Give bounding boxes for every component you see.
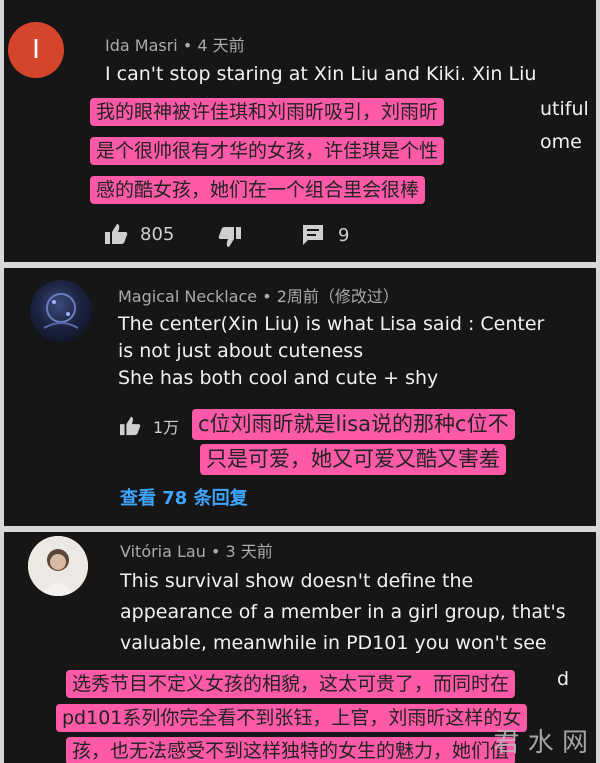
translation-overlay: 我的眼神被许佳琪和刘雨昕吸引，刘雨昕 (90, 98, 445, 126)
avatar-image (28, 536, 88, 596)
avatar[interactable] (30, 280, 92, 342)
comment-icon (303, 225, 323, 245)
comment-card: Magical Necklace • 2周前（修改过） The center(X… (4, 268, 596, 526)
comment-text-partial: utiful (540, 98, 589, 120)
dislike-button[interactable] (218, 226, 242, 248)
watermark: 君 水 网 (493, 728, 588, 758)
comment-text-partial: d (557, 668, 570, 690)
comment-line: is not just about cuteness (118, 340, 364, 362)
comment-author[interactable]: Vitória Lau (120, 542, 206, 561)
translation-overlay: pd101系列你完全看不到张钰，上官，刘雨昕这样的女 (56, 704, 528, 732)
comment-line: She has both cool and cute + shy (118, 367, 439, 389)
thumbs-up-icon (120, 416, 141, 436)
comment-text-partial: ome (540, 131, 582, 153)
comment-author[interactable]: Magical Necklace (118, 287, 257, 306)
comment-line: I can't stop staring at Xin Liu and Kiki… (105, 63, 537, 85)
reply-count: 9 (338, 224, 350, 246)
translation-overlay: 只是可爱，她又可爱又酷又害羞 (200, 444, 506, 475)
avatar-image (43, 293, 79, 329)
comment-card: Vitória Lau • 3 天前 This survival show do… (4, 532, 596, 763)
comment-body: The center(Xin Liu) is what Lisa said : … (118, 311, 544, 392)
translation-overlay: c位刘雨昕就是lisa说的那种c位不 (192, 409, 515, 440)
translation-overlay: 孩，也无法感受不到这样独特的女生的魅力，她们值 (66, 737, 516, 763)
comment-line: This survival show doesn't define the (120, 570, 474, 592)
avatar-letter: I (32, 33, 40, 64)
translation-overlay: 选秀节目不定义女孩的相貌，这太可贵了，而同时在 (66, 670, 516, 698)
reply-button[interactable]: 9 (302, 224, 349, 246)
like-button[interactable]: 1万 (119, 414, 179, 438)
comment-time: • 2周前（修改过） (262, 287, 399, 306)
comment-line: valuable, meanwhile in PD101 you won't s… (120, 632, 547, 654)
like-count: 805 (140, 223, 175, 245)
comment-body: I can't stop staring at Xin Liu and Kiki… (105, 61, 536, 88)
like-count: 1万 (153, 418, 180, 437)
thumbs-up-icon (105, 224, 128, 244)
thumbs-down-icon (218, 227, 241, 247)
comment-time: • 3 天前 (210, 542, 273, 561)
comment-time: • 4 天前 (182, 36, 245, 55)
comment-author[interactable]: Ida Masri (105, 36, 178, 55)
comment-line: The center(Xin Liu) is what Lisa said : … (118, 313, 545, 335)
avatar[interactable]: I (8, 22, 64, 78)
avatar[interactable] (28, 536, 88, 596)
comment-line: appearance of a member in a girl group, … (120, 601, 566, 623)
comment-body: This survival show doesn't define the ap… (120, 566, 566, 659)
translation-overlay: 是个很帅很有才华的女孩，许佳琪是个性 (90, 137, 445, 165)
comment-card: I Ida Masri • 4 天前 I can't stop staring … (4, 0, 596, 262)
translation-overlay: 感的酷女孩，她们在一个组合里会很棒 (90, 176, 426, 204)
view-replies-link[interactable]: 查看 78 条回复 (120, 484, 248, 510)
like-button[interactable]: 805 (104, 223, 174, 245)
